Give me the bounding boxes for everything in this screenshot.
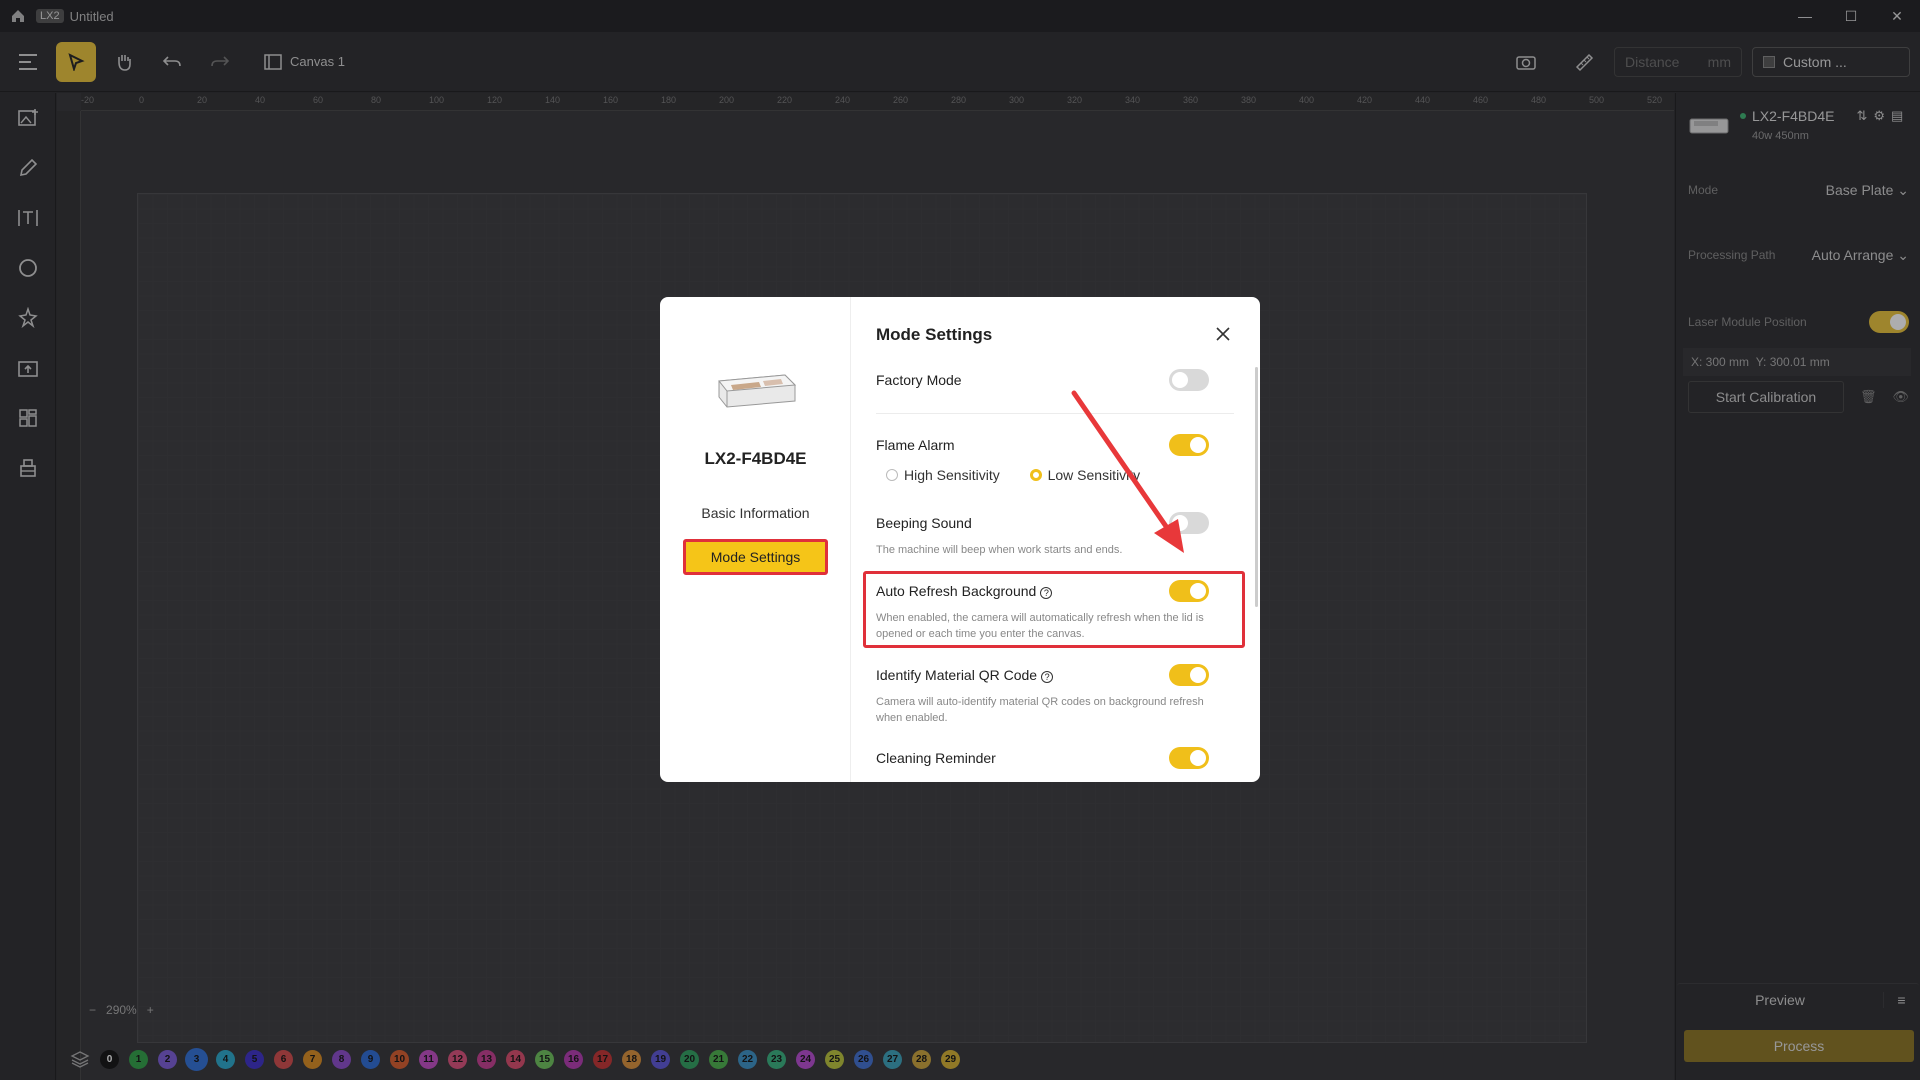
cleaning-reminder-toggle[interactable] — [1169, 747, 1209, 769]
help-icon[interactable]: ? — [1041, 671, 1054, 683]
radio-selected-icon — [1029, 469, 1042, 481]
radio-icon — [886, 469, 898, 481]
app-window: LX2 Untitled — ☐ ✕ Canvas 1 Distance mm … — [0, 0, 1920, 1080]
auto-refresh-description: When enabled, the camera will automatica… — [876, 612, 1204, 640]
identify-qr-description: Camera will auto-identify material QR co… — [876, 696, 1204, 724]
dialog-title: Mode Settings — [876, 325, 993, 344]
high-sensitivity-label: High Sensitivity — [904, 467, 1000, 483]
scrollbar[interactable] — [1255, 367, 1258, 607]
identify-qr-toggle[interactable] — [1169, 664, 1209, 686]
auto-refresh-toggle[interactable] — [1169, 580, 1209, 602]
annotation-arrow — [1071, 390, 1184, 553]
help-icon[interactable]: ? — [1040, 587, 1053, 599]
nav-mode-settings[interactable]: Mode Settings — [683, 539, 828, 575]
dialog-device-name: LX2-F4BD4E — [704, 449, 807, 468]
auto-refresh-label: Auto Refresh Background — [876, 583, 1037, 599]
nav-basic-information[interactable]: Basic Information — [660, 505, 851, 521]
identify-qr-label: Identify Material QR Code — [876, 667, 1038, 683]
close-icon[interactable] — [1214, 325, 1232, 343]
dialog-sidebar: LX2-F4BD4E Basic Information Mode Settin… — [660, 297, 851, 782]
high-sensitivity-radio[interactable]: High Sensitivity — [886, 467, 1000, 483]
device-image — [718, 374, 797, 408]
